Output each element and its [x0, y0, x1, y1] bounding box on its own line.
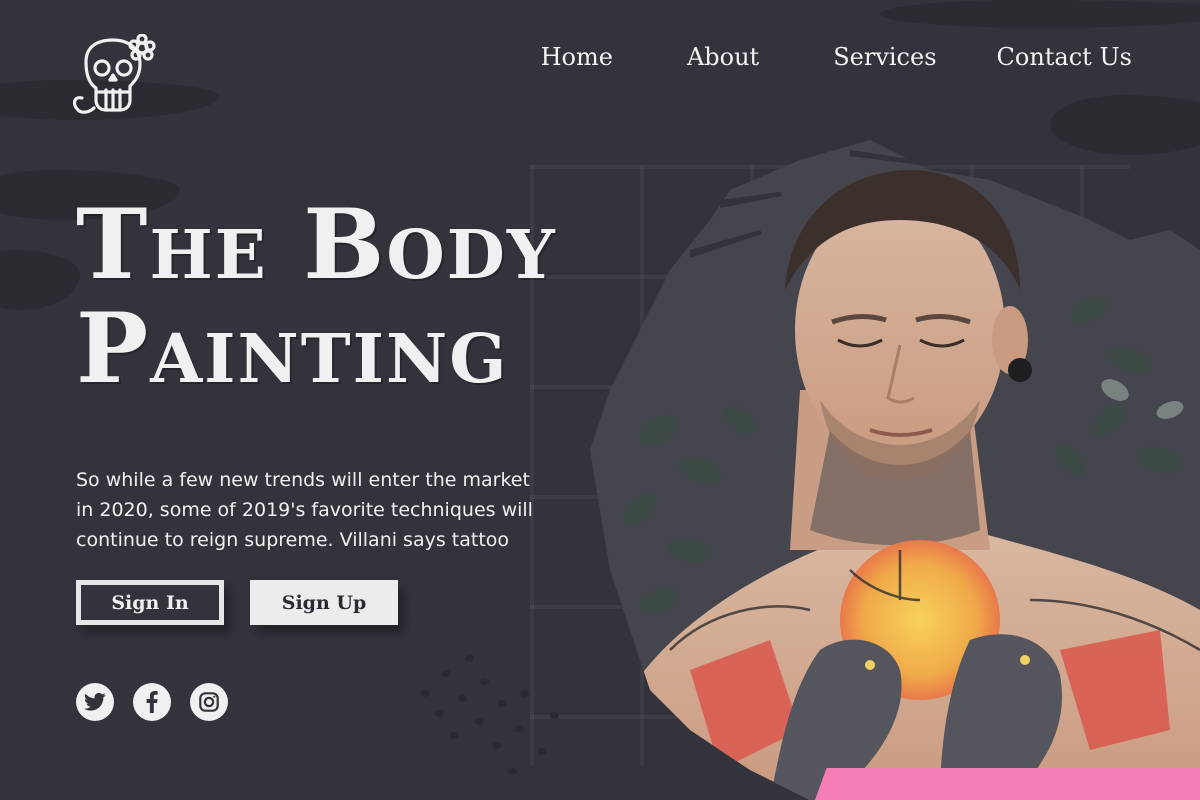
twitter-icon[interactable]	[76, 683, 114, 721]
background-brush-texture	[880, 0, 1200, 28]
hero-photo	[570, 130, 1200, 800]
hero-title-line-2: Painting	[76, 292, 509, 406]
skull-flower-icon[interactable]	[68, 33, 158, 124]
background-brush-texture	[0, 250, 80, 310]
sign-in-button[interactable]: Sign In	[76, 580, 224, 625]
nav-home[interactable]: Home	[541, 40, 613, 74]
nav-about[interactable]: About	[687, 40, 759, 74]
hero-title-line-1: The Body	[76, 188, 557, 301]
nav-contact-us[interactable]: Contact Us	[997, 40, 1132, 74]
hero-description: So while a few new trends will enter the…	[76, 469, 533, 551]
instagram-icon[interactable]	[190, 683, 228, 721]
facebook-icon[interactable]	[133, 683, 171, 721]
sign-up-button[interactable]: Sign Up	[250, 580, 398, 625]
nav-services[interactable]: Services	[833, 40, 936, 74]
main-nav: Home About Services Contact Us	[541, 40, 1132, 74]
social-links	[76, 683, 228, 721]
accent-pink-bar	[815, 768, 1200, 800]
hero-title: The Body Painting	[76, 188, 636, 406]
